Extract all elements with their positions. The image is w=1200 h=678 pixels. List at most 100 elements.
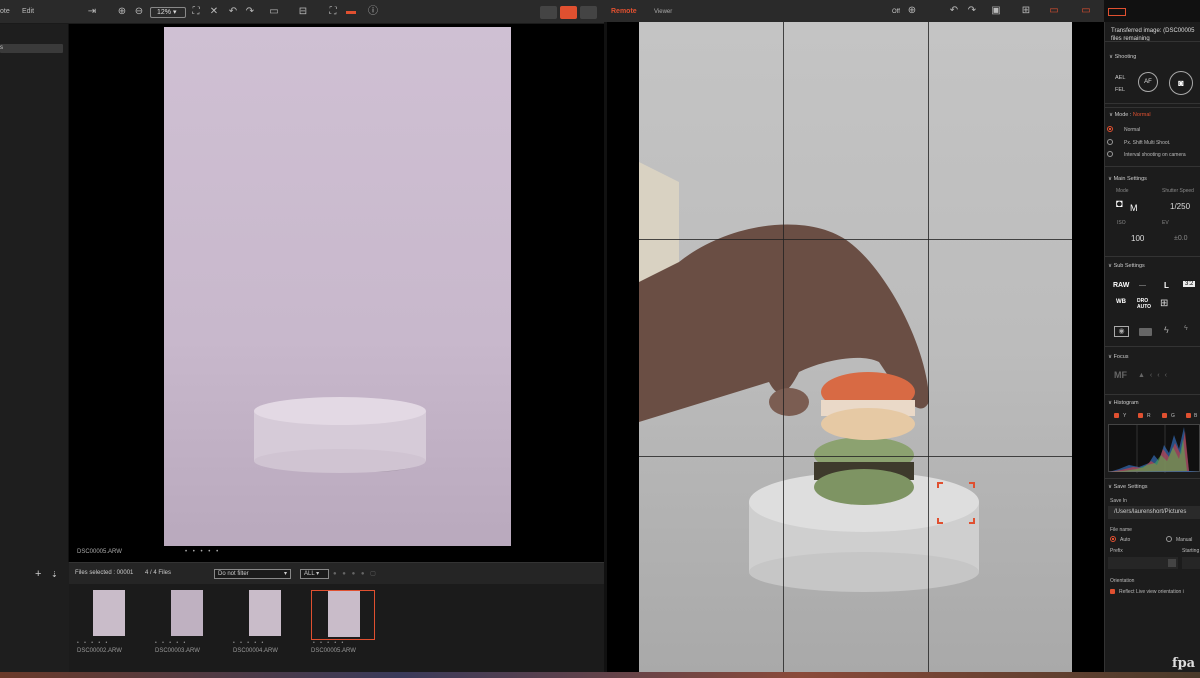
rotate-right-icon[interactable]: ↷ xyxy=(244,6,256,18)
info-icon[interactable]: ⓘ xyxy=(367,6,379,18)
thumbnail[interactable] xyxy=(233,590,297,640)
compare-icon[interactable]: ▭ xyxy=(268,6,280,18)
remote-tab[interactable]: Remote xyxy=(611,8,637,15)
filter-select[interactable]: Do not filter ▾ xyxy=(214,569,291,579)
flash-off-icon[interactable]: ϟ xyxy=(1184,325,1188,332)
mode-interval-radio[interactable] xyxy=(1107,151,1113,157)
files-selected: Files selected : 00001 xyxy=(75,570,134,576)
overlay-icon[interactable]: ▭ xyxy=(1048,5,1060,17)
file-count: 4 / 4 Files xyxy=(145,570,172,576)
watermark-logo: fpa xyxy=(1172,656,1196,671)
scene-image xyxy=(639,162,979,592)
viewer-tab[interactable]: Viewer xyxy=(654,9,672,15)
focus-step-icons[interactable]: ▲‹‹‹ xyxy=(1138,372,1172,379)
hist-g-checkbox[interactable] xyxy=(1162,413,1167,418)
photo-preview[interactable] xyxy=(164,27,511,546)
zoom-in-icon[interactable]: ⊕ xyxy=(116,6,128,18)
fel-label[interactable]: FEL xyxy=(1115,87,1125,93)
focus-area-icon[interactable]: ⊞ xyxy=(1160,298,1168,309)
filename-manual-radio[interactable] xyxy=(1166,536,1172,542)
zoom-value: 12% xyxy=(157,9,172,16)
sub-settings-header[interactable]: ∨ Sub Settings xyxy=(1108,263,1145,269)
drive-mode-icon[interactable] xyxy=(1139,328,1152,336)
white-balance[interactable]: WB xyxy=(1116,299,1126,305)
metering-icon[interactable]: ◉ xyxy=(1114,326,1129,337)
camera-mode-icon: ◘ xyxy=(1116,198,1123,210)
main-settings-header[interactable]: ∨ Main Settings xyxy=(1108,176,1147,182)
rating-stars[interactable]: • • • • • xyxy=(185,549,220,555)
color-label-filter[interactable]: ● ● ● ● ▢ xyxy=(333,570,378,577)
filename-auto-label: Auto xyxy=(1120,537,1131,543)
hist-r-checkbox[interactable] xyxy=(1138,413,1143,418)
thumbnail[interactable] xyxy=(77,590,141,640)
fullscreen-icon[interactable]: ⛶ xyxy=(327,6,339,18)
menu-edit[interactable]: Edit xyxy=(22,8,34,15)
ev-label: EV xyxy=(1162,220,1169,226)
ael-label[interactable]: AEL xyxy=(1115,75,1125,81)
divider xyxy=(1104,41,1200,42)
thumb-label: DSC00005.ARW xyxy=(311,648,356,654)
zoom-out-icon[interactable]: ⊖ xyxy=(133,6,145,18)
save-settings-header[interactable]: ∨ Save Settings xyxy=(1108,484,1148,490)
fit-icon[interactable]: ⛶ xyxy=(190,6,202,18)
rotate-right-icon[interactable]: ↷ xyxy=(966,5,978,17)
hist-b-checkbox[interactable] xyxy=(1186,413,1191,418)
current-filename: DSC00005.ARW xyxy=(77,549,122,555)
starting-input[interactable] xyxy=(1182,557,1200,569)
flash-icon[interactable]: ϟ xyxy=(1164,325,1169,335)
live-view-image[interactable] xyxy=(639,22,1072,672)
grid-line xyxy=(639,239,1072,240)
shutter-camera-icon[interactable]: ◙ xyxy=(1169,71,1193,95)
zoom-select[interactable]: 12% ▾ xyxy=(150,7,186,18)
rotate-left-icon[interactable]: ↶ xyxy=(948,5,960,17)
image-size[interactable]: L xyxy=(1164,281,1169,290)
export-icon[interactable]: ⇥ xyxy=(86,6,98,18)
menu-remote[interactable]: ote xyxy=(0,8,10,15)
reflect-orientation-checkbox[interactable] xyxy=(1110,589,1115,594)
thumbnail[interactable] xyxy=(155,590,219,640)
save-settings-title: Save Settings xyxy=(1113,484,1148,490)
iso-value[interactable]: 100 xyxy=(1131,234,1144,243)
single-layout-button[interactable] xyxy=(560,6,577,19)
filename-auto-radio[interactable] xyxy=(1110,536,1116,542)
af-button[interactable]: AF xyxy=(1138,72,1158,92)
liveview-off[interactable]: Off xyxy=(892,9,900,15)
split-view-icon[interactable]: ⊟ xyxy=(297,6,309,18)
save-path-field[interactable]: /Users/laurenshort/Pictures xyxy=(1108,506,1200,519)
mode-pxshift-radio[interactable] xyxy=(1107,139,1113,145)
thumbnail-selected[interactable] xyxy=(311,590,375,640)
chevron-down-icon: ▾ xyxy=(283,571,287,577)
aspect-ratio[interactable]: 3:2 xyxy=(1183,281,1196,287)
prefix-dropdown-icon[interactable] xyxy=(1168,559,1176,567)
zoom-icon[interactable]: ⊕ xyxy=(906,5,918,17)
thumb-label: DSC00002.ARW xyxy=(77,648,122,654)
aspect-icon[interactable]: ▭ xyxy=(1080,5,1092,17)
all-select[interactable]: ALL ▾ xyxy=(300,569,329,579)
mode-normal-radio[interactable] xyxy=(1107,126,1113,132)
grid-icon[interactable]: ⊞ xyxy=(1020,5,1032,17)
mode-option: Interval shooting on camera xyxy=(1124,152,1186,158)
focus-header[interactable]: ∨ Focus xyxy=(1108,354,1129,360)
display-icon[interactable]: ▣ xyxy=(990,5,1002,17)
raw-format[interactable]: RAW xyxy=(1113,282,1129,289)
ev-value[interactable]: ±0.0 xyxy=(1174,235,1188,242)
sidebar-selected-item[interactable]: s xyxy=(0,44,63,53)
shooting-header[interactable]: ∨ Shooting xyxy=(1109,54,1136,60)
hist-y-checkbox[interactable] xyxy=(1114,413,1119,418)
mode-value[interactable]: M xyxy=(1130,203,1138,213)
histogram-header[interactable]: ∨ Histogram xyxy=(1108,400,1139,406)
mode-header[interactable]: ∨ Mode : Normal xyxy=(1109,112,1151,118)
split-layout-button[interactable] xyxy=(580,6,597,19)
add-icon[interactable]: + xyxy=(35,568,41,580)
hist-channel: Y xyxy=(1123,413,1127,419)
mf-mode[interactable]: MF xyxy=(1114,370,1127,380)
full-size-icon[interactable]: ✕ xyxy=(208,6,220,18)
rotate-left-icon[interactable]: ↶ xyxy=(227,6,239,18)
shooting-title: Shooting xyxy=(1114,54,1137,60)
jpeg-quality[interactable]: — xyxy=(1139,282,1146,289)
dro-auto[interactable]: DRO AUTO xyxy=(1137,298,1153,310)
highlight-icon[interactable]: ▬ xyxy=(345,6,357,18)
shutter-value[interactable]: 1/250 xyxy=(1170,202,1190,211)
sort-icon[interactable]: ⇣ xyxy=(51,570,58,579)
grid-layout-button[interactable] xyxy=(540,6,557,19)
